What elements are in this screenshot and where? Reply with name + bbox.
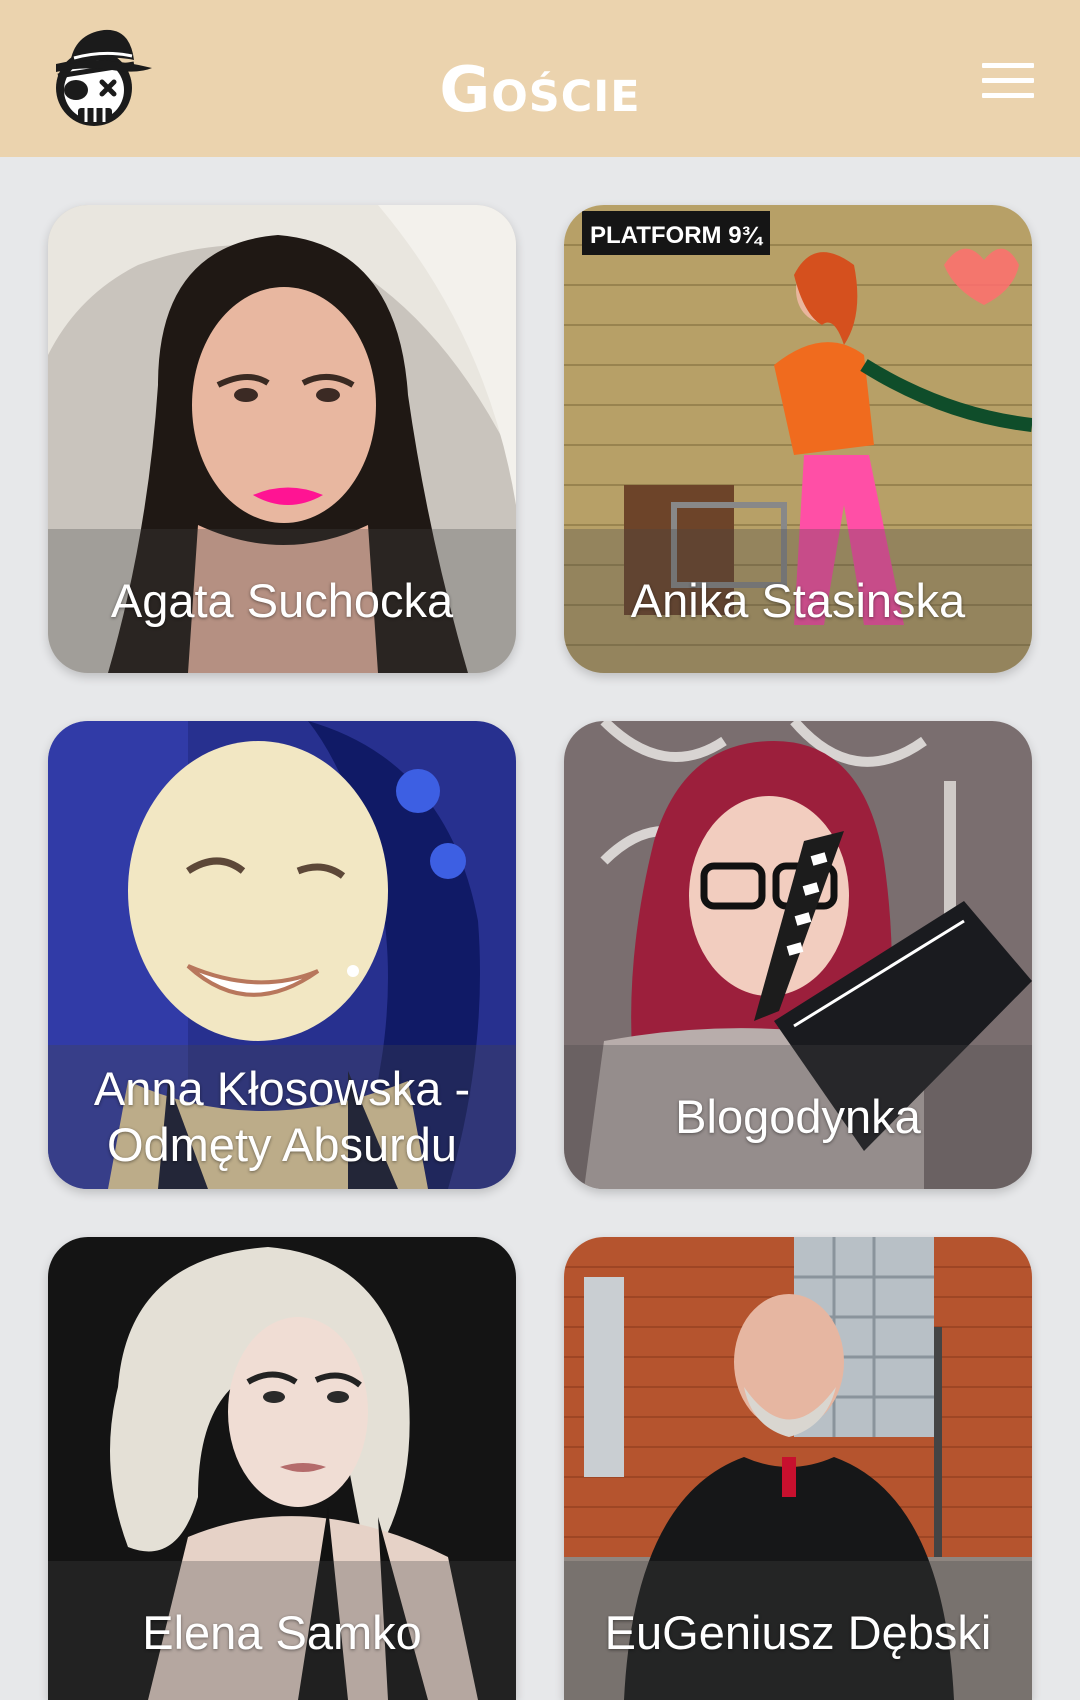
- guest-name: Anna Kłosowska - Odmęty Absurdu: [93, 1062, 471, 1171]
- page-title: Goście: [439, 53, 641, 126]
- guest-name-overlay: Blogodynka: [564, 1045, 1032, 1189]
- guest-name: Anika Stasinska: [630, 574, 966, 627]
- guest-name-overlay: Elena Samko: [48, 1561, 516, 1700]
- guest-name-overlay: Anika Stasinska: [564, 529, 1032, 673]
- guest-card[interactable]: Blogodynka: [564, 721, 1032, 1189]
- guest-name: Elena Samko: [142, 1606, 422, 1659]
- guest-card[interactable]: EuGeniusz Dębski: [564, 1237, 1032, 1700]
- app-bar: Goście: [0, 0, 1080, 157]
- guest-grid: Agata Suchocka PLATFORM 9¾ Anika Stasins…: [0, 157, 1080, 1700]
- guest-name-overlay: EuGeniusz Dębski: [564, 1561, 1032, 1700]
- hamburger-menu-icon[interactable]: [978, 60, 1036, 102]
- guest-card[interactable]: Agata Suchocka: [48, 205, 516, 673]
- guest-card[interactable]: Anna Kłosowska - Odmęty Absurdu: [48, 721, 516, 1189]
- guest-name: EuGeniusz Dębski: [604, 1606, 992, 1659]
- platform-sign: PLATFORM 9¾: [590, 222, 764, 249]
- guest-name-overlay: Anna Kłosowska - Odmęty Absurdu: [48, 1045, 516, 1189]
- guest-card[interactable]: Elena Samko: [48, 1237, 516, 1700]
- guest-name: Agata Suchocka: [110, 574, 454, 627]
- guest-name: Blogodynka: [675, 1090, 921, 1143]
- guest-card[interactable]: PLATFORM 9¾ Anika Stasinska: [564, 205, 1032, 673]
- guest-name-overlay: Agata Suchocka: [48, 529, 516, 673]
